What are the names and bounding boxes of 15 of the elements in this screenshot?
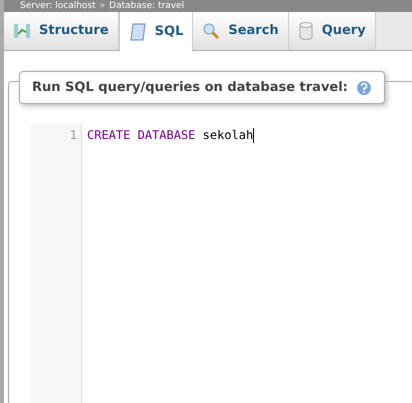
help-icon [356, 80, 372, 96]
tab[interactable]: Structure [4, 12, 119, 50]
text-cursor [253, 128, 254, 142]
line-number: 1 [68, 127, 77, 143]
breadcrumb-separator: » [100, 2, 106, 10]
code-line: CREATE DATABASE sekolah [87, 127, 254, 143]
legend-text: Run SQL query/queries on database travel: [32, 78, 348, 97]
cylinder-icon [298, 22, 314, 40]
search-icon [202, 22, 220, 40]
tab[interactable]: SQL [118, 12, 194, 52]
breadcrumb-link[interactable]: Database: travel [109, 2, 184, 10]
tab[interactable]: Query [288, 12, 376, 50]
breadcrumb-link[interactable]: Server: localhost [20, 2, 96, 10]
tab[interactable]: Search [193, 12, 289, 50]
table-structure-icon [13, 22, 31, 40]
